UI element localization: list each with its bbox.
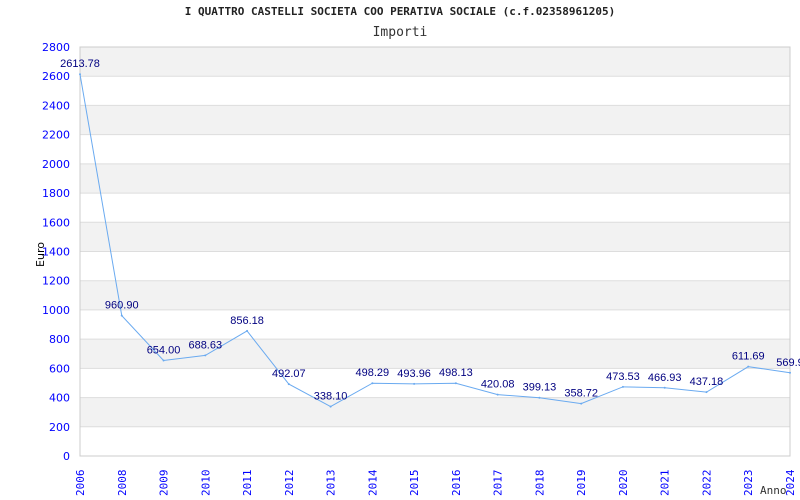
grid-band (80, 105, 790, 135)
y-tick-label: 2800 (42, 41, 70, 54)
data-label: 473.53 (606, 371, 640, 383)
grid-band (80, 222, 790, 252)
grid-band (80, 47, 790, 77)
y-tick-label: 0 (63, 450, 70, 463)
y-tick-label: 1000 (42, 304, 70, 317)
x-tick-label: 2012 (283, 470, 296, 497)
data-point (789, 371, 791, 374)
data-point (580, 402, 583, 405)
data-point (329, 405, 332, 408)
x-tick-label: 2010 (199, 470, 212, 497)
grid-band (80, 193, 790, 223)
x-tick-label: 2023 (742, 470, 755, 497)
y-tick-label: 800 (49, 333, 70, 346)
x-tick-label: 2015 (408, 470, 421, 497)
y-tick-label: 400 (49, 392, 70, 405)
grid-band (80, 280, 790, 310)
x-tick-label: 2022 (700, 470, 713, 497)
grid-band (80, 339, 790, 369)
data-label: 688.63 (188, 339, 222, 351)
x-tick-label: 2013 (325, 470, 338, 497)
data-point (496, 393, 499, 396)
data-label: 338.10 (314, 391, 348, 403)
data-point (287, 383, 290, 386)
data-label: 399.13 (523, 382, 557, 394)
x-tick-label: 2009 (158, 470, 171, 497)
data-point (454, 382, 457, 385)
data-label: 420.08 (481, 379, 515, 391)
data-point (371, 382, 374, 385)
y-tick-label: 2000 (42, 158, 70, 171)
data-point (621, 385, 624, 388)
data-label: 466.93 (648, 372, 682, 384)
data-label: 437.18 (690, 376, 724, 388)
y-tick-label: 1200 (42, 275, 70, 288)
x-tick-label: 2019 (575, 470, 588, 497)
x-axis-label: Anno (760, 484, 787, 497)
y-tick-label: 2600 (42, 70, 70, 83)
data-point (705, 391, 708, 394)
grid-band (80, 76, 790, 106)
data-label: 498.29 (356, 367, 390, 379)
data-point (413, 382, 416, 385)
x-tick-label: 2006 (74, 470, 87, 497)
data-point (246, 329, 249, 332)
data-label: 493.96 (397, 368, 431, 380)
y-tick-label: 2200 (42, 129, 70, 142)
grid-band (80, 426, 790, 456)
x-tick-label: 2014 (366, 469, 379, 496)
data-label: 654.00 (147, 344, 181, 356)
data-label: 492.07 (272, 368, 306, 380)
x-tick-label: 2011 (241, 470, 254, 497)
y-axis-label: Euro (33, 242, 47, 267)
y-tick-label: 1600 (42, 216, 70, 229)
data-point (663, 386, 666, 389)
data-label: 498.13 (439, 367, 473, 379)
y-tick-label: 1800 (42, 187, 70, 200)
grid-band (80, 309, 790, 340)
data-point (79, 73, 81, 76)
data-label: 960.90 (105, 300, 139, 312)
data-point (747, 365, 750, 368)
data-label: 569.9 (776, 357, 800, 369)
data-point (204, 354, 207, 357)
grid-band (80, 397, 790, 427)
chart: I QUATTRO CASTELLI SOCIETA COO PERATIVA … (0, 0, 800, 500)
plot-area: 0200400600800100012001400160018002000220… (42, 41, 800, 497)
data-point (162, 359, 165, 362)
grid-band (80, 163, 790, 194)
data-point (120, 314, 123, 317)
data-label: 611.69 (732, 351, 765, 363)
y-tick-label: 2400 (42, 99, 70, 112)
x-tick-label: 2018 (533, 470, 546, 497)
y-tick-label: 600 (49, 362, 70, 375)
grid-band (80, 134, 790, 164)
x-tick-label: 2021 (659, 470, 672, 497)
x-tick-label: 2017 (492, 470, 505, 497)
grid-band (80, 368, 790, 398)
x-tick-label: 2016 (450, 470, 463, 497)
data-point (538, 396, 541, 399)
data-label: 2613.78 (60, 58, 100, 70)
x-tick-label: 2008 (116, 470, 129, 497)
grid-band (80, 251, 790, 281)
data-label: 358.72 (564, 388, 598, 400)
data-label: 856.18 (230, 315, 264, 327)
y-tick-label: 200 (49, 421, 70, 434)
x-tick-label: 2020 (617, 470, 630, 497)
